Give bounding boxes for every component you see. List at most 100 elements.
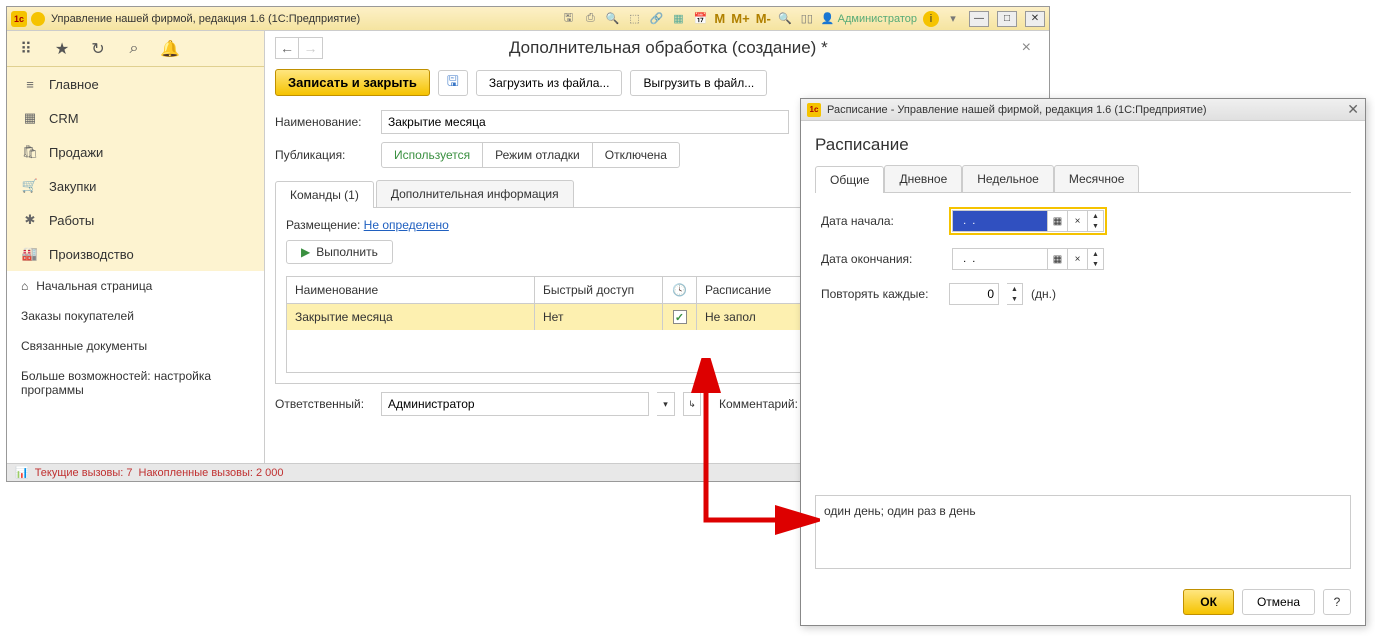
execute-button[interactable]: ▶ Выполнить — [286, 240, 393, 264]
start-date-input[interactable] — [952, 210, 1048, 232]
end-calendar-button[interactable]: ▦ — [1048, 248, 1068, 270]
link-icon[interactable]: 🔗 — [648, 11, 664, 27]
dialog-logo-icon: 1c — [807, 103, 821, 117]
responsible-label: Ответственный: — [275, 397, 373, 411]
user-label[interactable]: 👤 Администратор — [821, 12, 917, 25]
menu-icon: ≡ — [21, 75, 39, 93]
close-document-button[interactable]: × — [1014, 39, 1039, 57]
load-file-button[interactable]: Загрузить из файла... — [476, 70, 623, 96]
titlebar: 1c Управление нашей фирмой, редакция 1.6… — [7, 7, 1049, 31]
row-schedule-checkbox[interactable]: ✓ — [663, 304, 697, 330]
memory-mminus-button[interactable]: M- — [756, 11, 771, 26]
nav-home[interactable]: ⌂ Начальная страница — [7, 271, 264, 301]
start-calendar-button[interactable]: ▦ — [1048, 210, 1068, 232]
dropdown-icon[interactable]: ▾ — [945, 11, 961, 27]
info-icon[interactable]: i — [923, 11, 939, 27]
col-schedule-icon[interactable]: 🕓 — [663, 277, 697, 303]
start-date-label: Дата начала: — [821, 214, 941, 228]
history-icon[interactable]: ↻ — [89, 40, 107, 58]
schedule-dialog: 1c Расписание - Управление нашей фирмой,… — [800, 98, 1366, 626]
save-icon[interactable]: 🖫 — [560, 11, 576, 27]
sidebar: ⠿ ★ ↻ ⌕ 🔔 ≡ Главное ▦ CRM 🛍Продажи 🛒Закупк… — [7, 31, 265, 463]
responsible-open[interactable]: ↳ — [683, 392, 701, 416]
export-file-button[interactable]: Выгрузить в файл... — [630, 70, 767, 96]
print-icon[interactable]: ⎙ — [582, 11, 598, 27]
nav-production[interactable]: 🏭Производство — [7, 237, 264, 271]
play-icon: ▶ — [301, 245, 310, 259]
comment-label: Комментарий: — [719, 397, 798, 411]
back-button[interactable]: ← — [275, 37, 299, 59]
end-spin[interactable]: ▲▼ — [1088, 248, 1104, 270]
cancel-button[interactable]: Отмена — [1242, 589, 1315, 615]
apps-icon[interactable]: ⠿ — [17, 40, 35, 58]
responsible-input[interactable] — [381, 392, 649, 416]
memory-mplus-button[interactable]: M+ — [731, 11, 749, 26]
dlg-tab-monthly[interactable]: Месячное — [1054, 165, 1140, 192]
panels-icon[interactable]: ▯▯ — [799, 11, 815, 27]
pub-option-used[interactable]: Используется — [382, 143, 483, 167]
search-icon[interactable]: ⌕ — [125, 40, 143, 58]
save-icon-button[interactable]: 🖫 — [438, 70, 468, 96]
nav-label: CRM — [49, 111, 79, 126]
nav-related[interactable]: Связанные документы — [7, 331, 264, 361]
start-clear-button[interactable]: × — [1068, 210, 1088, 232]
nav-works[interactable]: ✱Работы — [7, 203, 264, 237]
pub-option-disabled[interactable]: Отключена — [593, 143, 679, 167]
repeat-spin[interactable]: ▲▼ — [1007, 283, 1023, 305]
bell-icon[interactable]: 🔔 — [161, 40, 179, 58]
nav-more[interactable]: Больше возможностей: настройка программы — [7, 361, 264, 405]
app-logo-icon: 1c — [11, 11, 27, 27]
status-accumulated: Накопленные вызовы: 2 000 — [139, 467, 284, 479]
end-clear-button[interactable]: × — [1068, 248, 1088, 270]
start-spin[interactable]: ▲▼ — [1088, 210, 1104, 232]
end-date-input[interactable] — [952, 248, 1048, 270]
repeat-input[interactable] — [949, 283, 999, 305]
save-close-button[interactable]: Записать и закрыть — [275, 69, 430, 96]
tab-commands[interactable]: Команды (1) — [275, 181, 374, 208]
calculator-icon[interactable]: ▦ — [670, 11, 686, 27]
forward-button[interactable]: → — [299, 37, 323, 59]
sec-label: Начальная страница — [36, 279, 152, 293]
ok-button[interactable]: ОК — [1183, 589, 1234, 615]
close-button[interactable]: ✕ — [1025, 11, 1045, 27]
placement-link[interactable]: Не определено — [364, 218, 449, 232]
responsible-dropdown[interactable]: ▾ — [657, 392, 675, 416]
nav-label: Закупки — [49, 179, 96, 194]
star-icon[interactable]: ★ — [53, 40, 71, 58]
dialog-close-button[interactable]: ✕ — [1347, 101, 1359, 118]
checkbox-icon: ✓ — [673, 310, 687, 324]
maximize-button[interactable]: □ — [997, 11, 1017, 27]
dialog-title-text: Расписание - Управление нашей фирмой, ре… — [827, 104, 1207, 116]
nav-label: Главное — [49, 77, 99, 92]
admin-name: Администратор — [838, 13, 917, 25]
dlg-tab-daily[interactable]: Дневное — [884, 165, 962, 192]
basket-icon: 🛍 — [21, 143, 39, 161]
dropdown-indicator-icon[interactable] — [31, 12, 45, 26]
help-button[interactable]: ? — [1323, 589, 1351, 615]
nav-purchases[interactable]: 🛒Закупки — [7, 169, 264, 203]
crm-icon: ▦ — [21, 109, 39, 127]
minimize-button[interactable]: — — [969, 11, 989, 27]
home-icon: ⌂ — [21, 279, 28, 293]
nav-orders[interactable]: Заказы покупателей — [7, 301, 264, 331]
nav-crm[interactable]: ▦ CRM — [7, 101, 264, 135]
name-input[interactable] — [381, 110, 789, 134]
nav-primary: ≡Главное ▦CRM 🛍Продажи 🛒Закупки ✱Работы … — [7, 67, 264, 271]
tab-info[interactable]: Дополнительная информация — [376, 180, 574, 207]
memory-m-button[interactable]: M — [714, 11, 725, 26]
clock-icon: 🕓 — [672, 283, 687, 297]
nav-sales[interactable]: 🛍Продажи — [7, 135, 264, 169]
compare-icon[interactable]: ⬚ — [626, 11, 642, 27]
col-name[interactable]: Наименование — [287, 277, 535, 303]
col-quick[interactable]: Быстрый доступ — [535, 277, 663, 303]
status-icon: 📊 — [15, 466, 29, 479]
preview-icon[interactable]: 🔍 — [604, 11, 620, 27]
pub-option-debug[interactable]: Режим отладки — [483, 143, 593, 167]
dlg-tab-general[interactable]: Общие — [815, 166, 884, 193]
row-quick: Нет — [535, 304, 663, 330]
repeat-unit: (дн.) — [1031, 287, 1056, 301]
zoom-icon[interactable]: 🔍 — [777, 11, 793, 27]
dlg-tab-weekly[interactable]: Недельное — [962, 165, 1054, 192]
calendar-icon[interactable]: 📅 — [692, 11, 708, 27]
nav-main[interactable]: ≡ Главное — [7, 67, 264, 101]
